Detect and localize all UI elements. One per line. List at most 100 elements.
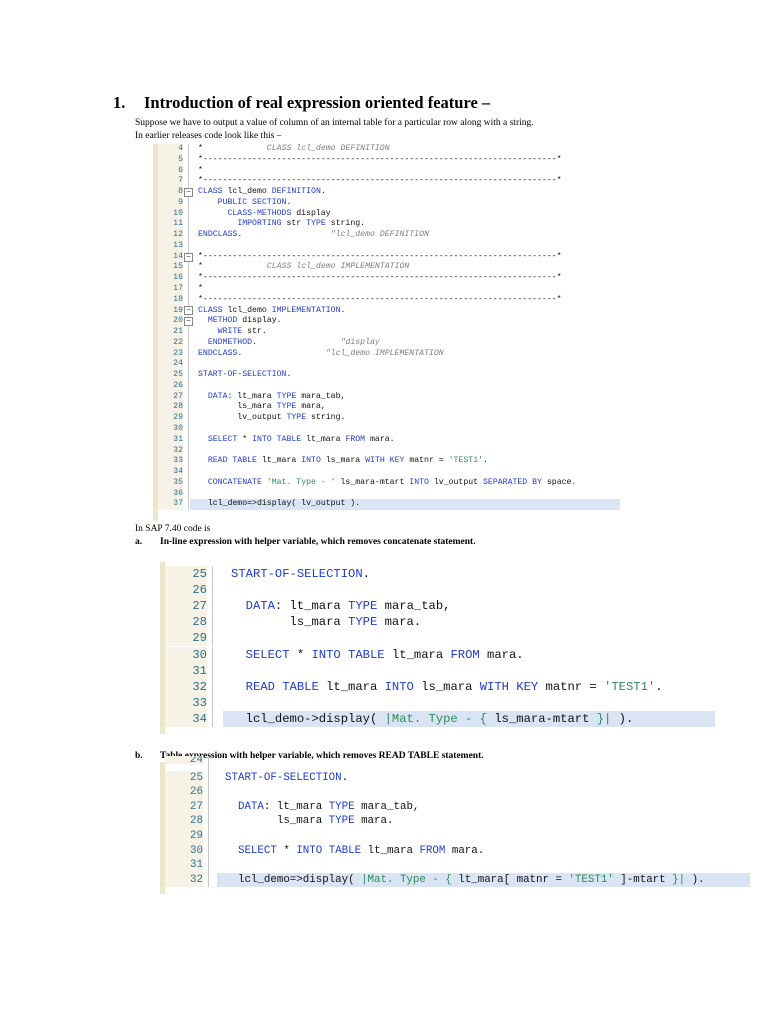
code-text: CONCATENATE 'Mat. Type - ' ls_mara-mtart… bbox=[207, 477, 577, 487]
line-number: 25 bbox=[165, 770, 203, 786]
line-number: 12 bbox=[158, 230, 183, 241]
code-text: *---------------------------------------… bbox=[198, 294, 562, 304]
code-line: 25 START-OF-SELECTION. bbox=[158, 370, 620, 381]
fold-toggle-icon[interactable]: − bbox=[184, 187, 193, 197]
line-number: 21 bbox=[158, 327, 183, 338]
code-line: 28 ls_mara TYPE mara. bbox=[165, 814, 750, 829]
line-number: 27 bbox=[165, 799, 203, 815]
code-line: 26 bbox=[158, 380, 620, 392]
code-line: 8− CLASS lcl_demo DEFINITION. bbox=[158, 187, 620, 198]
sap-label: In SAP 7.40 code is bbox=[135, 524, 211, 534]
code-text: CLASS lcl_demo IMPLEMENTATION. bbox=[198, 305, 346, 315]
line-number: 27 bbox=[165, 598, 207, 615]
code-text: lv_output TYPE string. bbox=[198, 413, 346, 423]
fold-toggle-icon[interactable]: − bbox=[184, 306, 193, 316]
line-number: 34 bbox=[158, 467, 183, 478]
section-a-letter: a. bbox=[135, 537, 143, 547]
line-number: 30 bbox=[165, 646, 207, 663]
gutter-line bbox=[188, 240, 189, 252]
line-number: 24 bbox=[158, 359, 183, 371]
gutter-line bbox=[212, 630, 213, 647]
gutter-line bbox=[212, 662, 213, 679]
gutter-line bbox=[208, 858, 209, 873]
code-line: 14− *------------------------------------… bbox=[158, 251, 620, 263]
code-line: 30 SELECT * INTO TABLE lt_mara FROM mara… bbox=[165, 843, 750, 859]
line-number: 30 bbox=[158, 424, 183, 435]
code-text: SELECT * INTO TABLE lt_mara FROM mara. bbox=[245, 647, 524, 662]
code-line: 21 WRITE str. bbox=[158, 327, 620, 338]
line-number: 23 bbox=[158, 348, 183, 360]
section-a-text: In-line expression with helper variable,… bbox=[160, 537, 476, 547]
line-number: 33 bbox=[158, 456, 183, 468]
line-number: 7 bbox=[158, 176, 183, 188]
code-line: 30 bbox=[158, 424, 620, 435]
code-text: * bbox=[198, 284, 203, 293]
line-number: 28 bbox=[165, 614, 207, 631]
code-text: CLASS-METHODS display bbox=[227, 208, 331, 218]
code-text: CLASS lcl_demo DEFINITION. bbox=[198, 187, 326, 197]
gutter-line bbox=[188, 273, 189, 284]
code-text: START-OF-SELECTION. bbox=[198, 370, 292, 380]
code-line: 29 lv_output TYPE string. bbox=[158, 413, 620, 425]
code-line: 6 * bbox=[158, 165, 620, 177]
code-line: 13 bbox=[158, 240, 620, 252]
code-text: START-OF-SELECTION. bbox=[231, 567, 370, 581]
code-text: METHOD display. bbox=[207, 316, 282, 326]
code-text: lcl_demo->display( |Mat. Type - { ls_mar… bbox=[231, 711, 634, 726]
gutter-line bbox=[212, 566, 213, 583]
line-number: 4 bbox=[158, 144, 183, 155]
gutter-line bbox=[188, 359, 189, 371]
code-text: SELECT * INTO TABLE lt_mara FROM mara. bbox=[207, 434, 395, 444]
gutter-line bbox=[188, 488, 189, 500]
code-line: 30 SELECT * INTO TABLE lt_mara FROM mara… bbox=[165, 646, 715, 663]
code-line: 34 bbox=[158, 467, 620, 478]
gutter-line bbox=[188, 144, 189, 155]
fold-toggle-icon[interactable]: − bbox=[184, 252, 193, 262]
code-text: DATA: lt_mara TYPE mara_tab, bbox=[237, 800, 420, 813]
line-number: 26 bbox=[165, 582, 207, 599]
gutter-line bbox=[212, 614, 213, 631]
code-text: START-OF-SELECTION. bbox=[225, 771, 349, 784]
section-a-heading: a. In-line expression with helper variabl… bbox=[135, 537, 476, 547]
code-line: 32 READ TABLE lt_mara INTO ls_mara WITH … bbox=[165, 678, 715, 695]
fold-toggle-icon[interactable]: − bbox=[184, 317, 193, 327]
code-line: 4 * CLASS lcl_demo DEFINITION bbox=[158, 144, 620, 155]
line-number: 28 bbox=[158, 402, 183, 414]
code-line: 24 bbox=[165, 756, 750, 771]
gutter-line bbox=[188, 370, 189, 381]
line-number: 14 bbox=[158, 251, 183, 263]
page-heading: 1. Introduction of real expression orient… bbox=[113, 93, 490, 113]
gutter-line bbox=[188, 467, 189, 478]
line-number: 32 bbox=[165, 678, 207, 695]
gutter-line bbox=[208, 756, 209, 771]
code-block-b: 24 25 START-OF-SELECTION. 26 27 DATA: lt_mar… bbox=[160, 756, 750, 894]
gutter-line bbox=[208, 829, 209, 844]
gutter-line bbox=[188, 424, 189, 435]
line-number: 31 bbox=[165, 662, 207, 679]
line-number: 34 bbox=[165, 710, 207, 727]
line-number: 11 bbox=[158, 219, 183, 231]
code-text: DATA: lt_mara TYPE mara_tab, bbox=[207, 391, 346, 401]
gutter-line bbox=[208, 814, 209, 829]
code-line: 33 READ TABLE lt_mara INTO ls_mara WITH … bbox=[158, 456, 620, 468]
code-line: 29 bbox=[165, 829, 750, 844]
code-line: 26 bbox=[165, 582, 715, 599]
line-number: 25 bbox=[158, 370, 183, 381]
code-line: 18 *-------------------------------------… bbox=[158, 294, 620, 306]
line-number: 24 bbox=[165, 756, 203, 765]
line-number: 26 bbox=[158, 380, 183, 392]
heading-title: Introduction of real expression oriented… bbox=[144, 93, 491, 112]
line-number: 16 bbox=[158, 273, 183, 284]
line-number: 29 bbox=[165, 829, 203, 844]
line-number: 37 bbox=[158, 499, 183, 511]
code-text: *---------------------------------------… bbox=[198, 176, 562, 186]
code-line: 5 *--------------------------------------… bbox=[158, 154, 620, 166]
code-line: 15 * CLASS lcl_demo IMPLEMENTATION bbox=[158, 262, 620, 274]
code-line: 17 * bbox=[158, 284, 620, 295]
code-text: PUBLIC SECTION. bbox=[217, 197, 292, 207]
gutter-line bbox=[208, 872, 209, 888]
gutter-line bbox=[212, 582, 213, 599]
line-number: 28 bbox=[165, 814, 203, 829]
gutter-line bbox=[188, 391, 189, 403]
code-line: 28 ls_mara TYPE mara. bbox=[165, 614, 715, 631]
